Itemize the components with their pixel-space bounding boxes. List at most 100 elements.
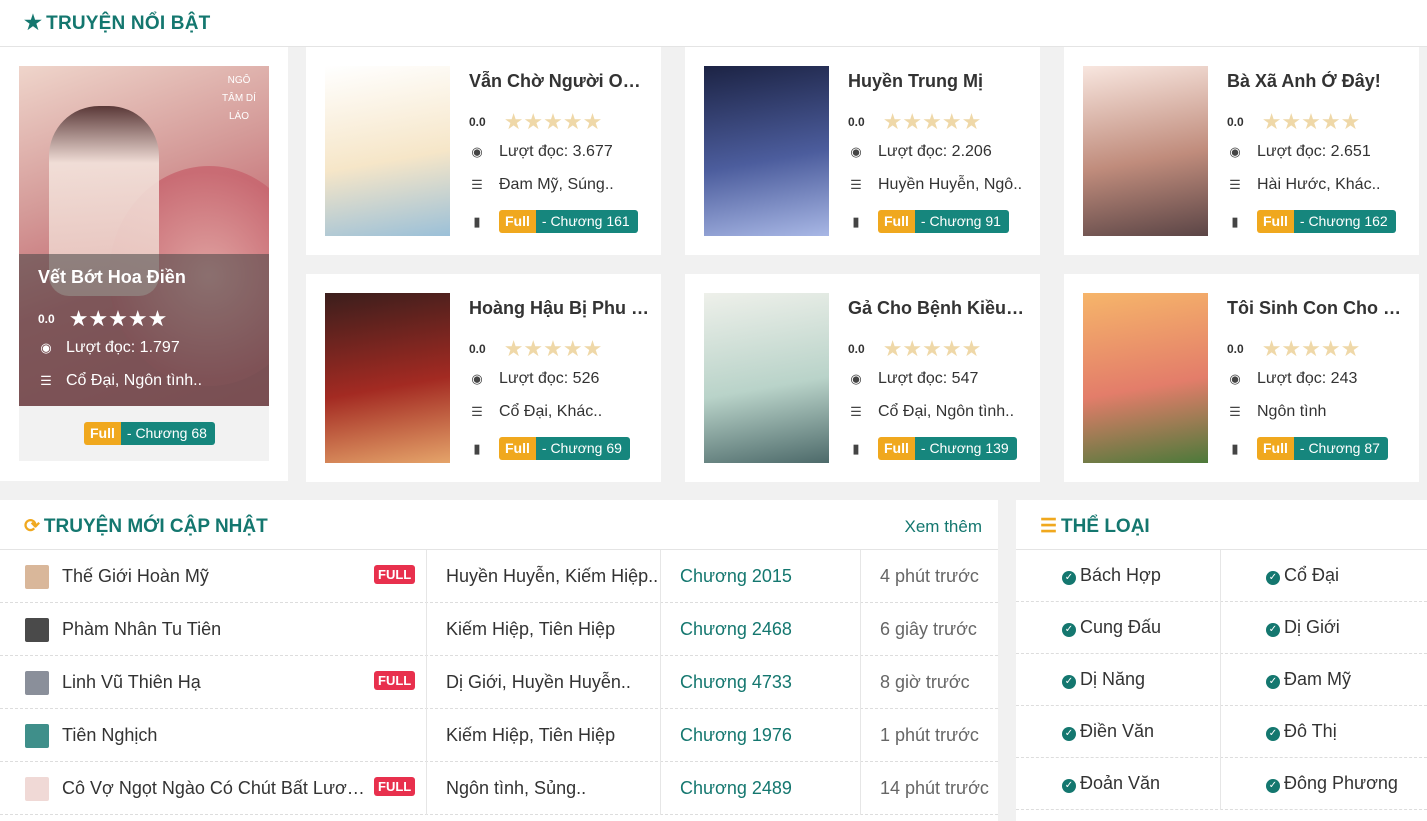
column-divider — [660, 550, 661, 603]
category-link[interactable]: ✓ Bách Hợp — [1062, 565, 1161, 586]
story-avatar[interactable] — [25, 777, 49, 801]
book-icon: ▮ — [852, 440, 860, 456]
story-genres[interactable]: Kiếm Hiệp, Tiên Hiệp — [446, 725, 646, 746]
latest-chapter-link[interactable]: Chương 2489 — [680, 778, 792, 799]
star-icon: ★ — [24, 12, 43, 34]
story-cover[interactable] — [704, 66, 829, 236]
featured-title[interactable]: Vết Bớt Hoa Điền — [38, 267, 186, 288]
category-link[interactable]: ✓ Đoản Văn — [1062, 773, 1160, 794]
full-badge: FULL — [374, 565, 416, 584]
book-icon: ▮ — [852, 213, 860, 229]
latest-chapter-link[interactable]: Chương 4733 — [680, 672, 792, 693]
story-title[interactable]: Hoàng Hậu Bị Phu Q... — [469, 298, 649, 319]
eye-icon: ◉ — [40, 340, 52, 355]
story-footer: ▮ Full - Chương 139 — [848, 437, 1017, 460]
story-avatar[interactable] — [25, 724, 49, 748]
story-cover[interactable] — [704, 293, 829, 463]
featured-cover[interactable]: NGÔ TÂM DÍ LÁO Vết Bớt Hoa Điền 0.0 ★★★★… — [19, 66, 269, 406]
chapter-badge[interactable]: Full - Chương 68 — [84, 422, 215, 445]
check-circle-icon: ✓ — [1062, 623, 1076, 637]
story-genres: ☰ Cổ Đại, Ngôn tình.. — [848, 403, 1014, 421]
category-link[interactable]: ✓ Đam Mỹ — [1266, 669, 1351, 690]
rating-value: 0.0 — [469, 342, 486, 356]
story-rating: 0.0 ★★★★★ — [469, 336, 602, 362]
story-title[interactable]: Tôi Sinh Con Cho Tổn... — [1227, 298, 1407, 319]
story-genres[interactable]: Huyền Huyễn, Kiếm Hiệp.. — [446, 566, 658, 587]
story-name-link[interactable]: Phàm Nhân Tu Tiên — [62, 619, 372, 640]
star-icon: ★ — [1261, 109, 1282, 134]
chapter-badge[interactable]: Full - Chương 91 — [878, 210, 1009, 233]
story-cover[interactable] — [325, 293, 450, 463]
updates-header: ⟳ TRUYỆN MỚI CẬP NHẬT Xem thêm — [0, 500, 998, 550]
story-name-link[interactable]: Linh Vũ Thiên Hạ — [62, 672, 372, 693]
category-link[interactable]: ✓ Cổ Đại — [1266, 565, 1339, 586]
latest-chapter-link[interactable]: Chương 1976 — [680, 725, 792, 746]
chapter-label: - Chương 91 — [914, 210, 1009, 233]
story-genres[interactable]: Kiếm Hiệp, Tiên Hiệp — [446, 619, 646, 640]
story-cover[interactable] — [1083, 293, 1208, 463]
story-title[interactable]: Bà Xã Anh Ở Đây! — [1227, 71, 1407, 92]
rating-value: 0.0 — [1227, 115, 1244, 129]
column-divider — [660, 762, 661, 815]
check-circle-icon: ✓ — [1062, 675, 1076, 689]
chapter-label: - Chương 68 — [120, 422, 215, 445]
full-label: Full — [84, 422, 121, 445]
latest-chapter-link[interactable]: Chương 2015 — [680, 566, 792, 587]
full-label: Full — [1257, 210, 1294, 233]
category-link[interactable]: ✓ Đô Thị — [1266, 721, 1337, 742]
check-circle-icon: ✓ — [1062, 779, 1076, 793]
story-genres[interactable]: Dị Giới, Huyền Huyễn.. — [446, 672, 646, 693]
update-time: 6 giây trước — [880, 619, 977, 639]
featured-story[interactable]: NGÔ TÂM DÍ LÁO Vết Bớt Hoa Điền 0.0 ★★★★… — [0, 47, 288, 481]
story-card[interactable]: Bà Xã Anh Ở Đây! 0.0 ★★★★★ ◉ Lượt đọc: 2.… — [1064, 47, 1419, 255]
category-link[interactable]: ✓ Điền Văn — [1062, 721, 1154, 742]
star-icon: ★ — [1301, 336, 1321, 361]
story-card[interactable]: Hoàng Hậu Bị Phu Q... 0.0 ★★★★★ ◉ Lượt đọ… — [306, 274, 661, 482]
story-title[interactable]: Vẫn Chờ Người Onlin... — [469, 71, 649, 92]
chapter-badge[interactable]: Full - Chương 69 — [499, 437, 630, 460]
story-views: ◉ Lượt đọc: 2.206 — [848, 143, 991, 161]
rating-stars: ★★★★★ — [883, 109, 982, 135]
category-link[interactable]: ✓ Đông Phương — [1266, 773, 1398, 794]
story-name-link[interactable]: Cô Vợ Ngọt Ngào Có Chút Bất Lương (... — [62, 778, 372, 799]
story-avatar[interactable] — [25, 618, 49, 642]
story-card[interactable]: Tôi Sinh Con Cho Tổn... 0.0 ★★★★★ ◉Lượt … — [1064, 274, 1419, 482]
chapter-badge[interactable]: Full - Chương 139 — [878, 437, 1017, 460]
story-name-link[interactable]: Thế Giới Hoàn Mỹ — [62, 566, 372, 587]
story-card[interactable]: Vẫn Chờ Người Onlin... 0.0 ★★★★★ ◉Lượt đ… — [306, 47, 661, 255]
category-link[interactable]: ✓ Dị Giới — [1266, 617, 1340, 638]
story-genres[interactable]: Ngôn tình, Sủng.. — [446, 778, 646, 799]
chapter-badge[interactable]: Full - Chương 87 — [1257, 437, 1388, 460]
story-card[interactable]: Huyền Trung Mị 0.0 ★★★★★ ◉ Lượt đọc: 2.20… — [685, 47, 1040, 255]
star-icon: ★ — [1340, 109, 1361, 134]
column-divider — [860, 603, 861, 656]
updates-title[interactable]: ⟳ TRUYỆN MỚI CẬP NHẬT — [24, 515, 268, 538]
story-name-link[interactable]: Tiên Nghịch — [62, 725, 372, 746]
star-icon: ★ — [582, 109, 603, 134]
star-icon: ★ — [961, 336, 982, 361]
story-title[interactable]: Gả Cho Bệnh Kiều, T... — [848, 298, 1028, 319]
story-avatar[interactable] — [25, 671, 49, 695]
check-circle-icon: ✓ — [1266, 779, 1280, 793]
chapter-badge[interactable]: Full - Chương 162 — [1257, 210, 1396, 233]
rating-value: 0.0 — [848, 342, 865, 356]
story-avatar[interactable] — [25, 565, 49, 589]
see-more-link[interactable]: Xem thêm — [905, 517, 982, 537]
column-divider — [1220, 654, 1221, 706]
story-card[interactable]: Gả Cho Bệnh Kiều, T... 0.0 ★★★★★ ◉ Lượt đ… — [685, 274, 1040, 482]
category-link[interactable]: ✓ Cung Đấu — [1062, 617, 1161, 638]
story-cover[interactable] — [1083, 66, 1208, 236]
full-label: Full — [878, 210, 915, 233]
rating-stars: ★★★★★ — [883, 336, 982, 362]
story-title[interactable]: Huyền Trung Mị — [848, 71, 1028, 92]
category-link[interactable]: ✓ Dị Năng — [1062, 669, 1145, 690]
latest-chapter-link[interactable]: Chương 2468 — [680, 619, 792, 640]
hot-section-title[interactable]: ★ TRUYỆN NỔI BẬT — [24, 10, 210, 35]
story-cover[interactable] — [325, 66, 450, 236]
list-icon: ☰ — [1229, 177, 1241, 192]
story-views: ◉ Lượt đọc: 243 — [1227, 370, 1357, 388]
chapter-label: - Chương 69 — [535, 437, 630, 460]
column-divider — [426, 550, 427, 603]
chapter-badge[interactable]: Full - Chương 161 — [499, 210, 638, 233]
full-label: Full — [1257, 437, 1294, 460]
